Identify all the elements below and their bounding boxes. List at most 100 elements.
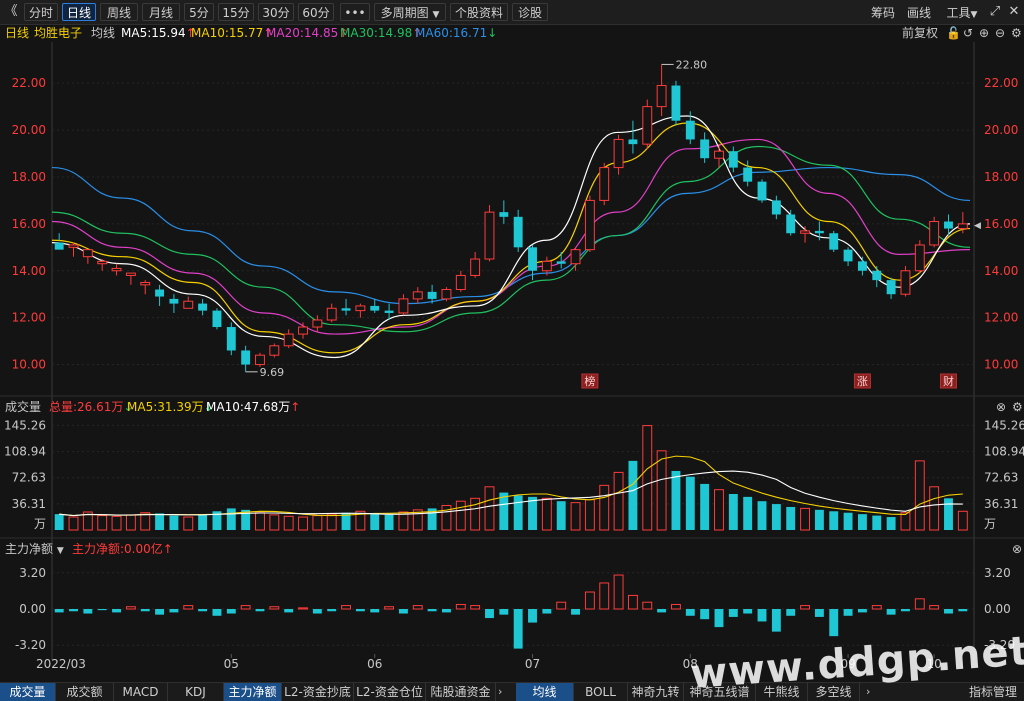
flow-bar	[728, 609, 738, 617]
flow-bar	[843, 609, 853, 616]
candle-body	[944, 221, 953, 229]
settings-icon[interactable]: ⚙	[1011, 24, 1022, 42]
candle-body	[255, 354, 265, 366]
current-price-icon: ◀	[974, 221, 981, 231]
ma30-text: MA30:14.98	[340, 26, 413, 40]
close-icon[interactable]: ✕	[1005, 3, 1023, 21]
volume-bar	[570, 502, 581, 531]
tab-volume[interactable]: 成交量	[0, 683, 56, 701]
tab-nine-turn[interactable]: 神奇九转	[628, 683, 684, 701]
volume-tick-left: 145.26	[4, 418, 46, 432]
tab-60min[interactable]: 60分	[298, 3, 334, 21]
candle-body	[269, 345, 280, 356]
more-periods-button[interactable]: •••	[340, 3, 370, 21]
volume-bar	[283, 515, 294, 531]
candle-body	[872, 270, 882, 281]
tab-ma[interactable]: 均线	[516, 683, 574, 701]
tab-main-flow[interactable]: 主力净额	[224, 683, 282, 701]
candle-body	[125, 272, 136, 276]
tab-weekly[interactable]: 周线	[100, 3, 138, 21]
tab-northbound[interactable]: 陆股通资金	[426, 683, 496, 701]
candle-body	[455, 274, 466, 291]
flow-bar	[125, 606, 136, 610]
volume-bar	[68, 516, 79, 531]
volume-tick-right: 72.63	[984, 471, 1018, 485]
flow-tick-left: 0.00	[19, 602, 46, 616]
tab-monthly[interactable]: 月线	[142, 3, 180, 21]
flow-bar	[442, 609, 451, 613]
zoom-out-icon[interactable]: ⊖	[995, 24, 1005, 42]
flow-bar	[427, 609, 437, 612]
arrow-up-icon: ↑	[290, 400, 301, 414]
tab-kdj[interactable]: KDJ	[168, 683, 224, 701]
tab-intraday[interactable]: 分时	[24, 3, 58, 21]
volume-bar	[814, 509, 824, 530]
volume-bar	[198, 514, 208, 530]
close-panel-icon[interactable]: ⊗	[996, 398, 1006, 416]
tab-boll[interactable]: BOLL	[574, 683, 628, 701]
volume-bar	[255, 512, 265, 531]
undo-icon[interactable]: ↺	[963, 24, 973, 42]
price-tick-right: 18.00	[984, 170, 1018, 184]
flow-bar	[857, 609, 867, 613]
candle-body	[155, 289, 165, 297]
flow-tick-right: 3.20	[984, 566, 1011, 580]
candle-body	[470, 258, 481, 276]
tab-5min[interactable]: 5分	[184, 3, 214, 21]
fullscreen-icon[interactable]: ⤢	[986, 3, 1004, 21]
zoom-in-icon[interactable]: ⊕	[979, 24, 989, 42]
ma5-value: MA5:15.94↑	[121, 24, 196, 42]
draw-line-button[interactable]: 画线	[902, 3, 936, 21]
candle-body	[198, 303, 208, 311]
lock-icon[interactable]: 🔓	[946, 24, 961, 42]
x-tick-label: 05	[224, 657, 239, 671]
tab-30min[interactable]: 30分	[258, 3, 294, 21]
candle-body	[829, 233, 839, 250]
settings-icon[interactable]: ⚙	[1012, 398, 1023, 416]
multi-period-button[interactable]: 多周期图 ▼	[374, 3, 446, 21]
volume-panel-header: 成交量 总量:26.61万↓ MA5:31.39万↓ MA10:47.68万↑ …	[0, 398, 1024, 416]
flow-bar	[355, 609, 365, 612]
volume-bar	[556, 501, 566, 530]
x-tick-label: 2022/03	[36, 657, 86, 671]
price-tick-left: 22.00	[12, 76, 46, 90]
flow-bar	[212, 609, 222, 616]
flow-indicator-select[interactable]: 主力净额 ▼	[5, 540, 64, 560]
volume-tick-right: 36.31	[984, 497, 1018, 511]
flow-bar	[886, 609, 896, 615]
candle-body	[957, 223, 968, 230]
tab-15min[interactable]: 15分	[218, 3, 254, 21]
close-panel-icon[interactable]: ⊗	[1012, 540, 1022, 558]
price-tick-right: 10.00	[984, 358, 1018, 372]
tab-turnover[interactable]: 成交额	[56, 683, 114, 701]
flow-bar	[284, 609, 294, 613]
chips-button[interactable]: 筹码	[866, 3, 900, 21]
candle-body	[757, 181, 767, 201]
diagnose-button[interactable]: 诊股	[512, 3, 548, 21]
scroll-right-icon[interactable]: ›	[498, 683, 502, 701]
candle-body	[656, 85, 667, 108]
volume-bar	[584, 499, 595, 531]
flow-bar	[240, 605, 251, 610]
chart-canvas[interactable]: 22.00 22.00 20.00 20.00 18.00 18.00 16.00 16.00…	[0, 42, 1024, 682]
adjust-mode-button[interactable]: 前复权	[902, 24, 938, 42]
ma60-value: MA60:16.71↓	[415, 24, 497, 42]
flow-bar	[97, 609, 107, 611]
scroll-right-icon[interactable]: ›	[866, 683, 870, 701]
volume-bar	[685, 476, 695, 530]
indicator-manager-button[interactable]: 指标管理	[962, 683, 1024, 701]
tab-l2-position[interactable]: L2-资金仓位	[354, 683, 426, 701]
candle-body	[412, 291, 423, 300]
tab-macd[interactable]: MACD	[114, 683, 168, 701]
tab-daily[interactable]: 日线	[62, 3, 96, 21]
collapse-left-icon[interactable]: 《	[2, 3, 20, 21]
candle-body	[628, 139, 638, 145]
candle-body	[97, 260, 108, 265]
stock-info-button[interactable]: 个股资料	[450, 3, 508, 21]
tab-l2-bottom[interactable]: L2-资金抄底	[282, 683, 354, 701]
candle-body	[599, 167, 610, 201]
arrow-down-icon: ↓	[487, 26, 498, 40]
volume-bar	[857, 514, 867, 530]
tools-button[interactable]: 工具▼	[940, 3, 984, 21]
ma-settings-label[interactable]: 均线	[91, 24, 115, 42]
